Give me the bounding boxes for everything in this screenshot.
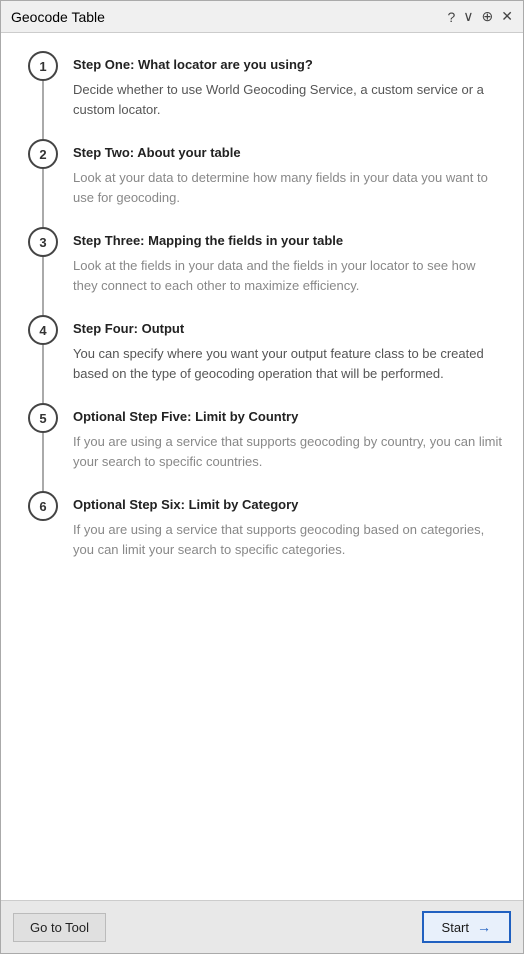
help-icon[interactable]: ? xyxy=(447,9,455,25)
step-line-3 xyxy=(42,257,44,315)
step-left-5: 5 xyxy=(21,403,65,491)
step-line-1 xyxy=(42,81,44,139)
step-left-4: 4 xyxy=(21,315,65,403)
step-title-3: Step Three: Mapping the fields in your t… xyxy=(73,233,503,248)
titlebar-controls: ? ∨ ⊕ ✕ xyxy=(447,8,513,25)
start-button[interactable]: Start → xyxy=(422,911,511,943)
pin-icon[interactable]: ⊕ xyxy=(482,8,494,25)
step-line-2 xyxy=(42,169,44,227)
start-label: Start xyxy=(442,920,469,935)
step-circle-5: 5 xyxy=(28,403,58,433)
step-desc-1: Decide whether to use World Geocoding Se… xyxy=(73,80,503,119)
start-arrow-icon: → xyxy=(477,919,491,935)
steps-list: 1 Step One: What locator are you using? De… xyxy=(21,51,503,567)
close-icon[interactable]: ✕ xyxy=(501,8,513,25)
step-desc-6: If you are using a service that supports… xyxy=(73,520,503,559)
goto-tool-button[interactable]: Go to Tool xyxy=(13,913,106,942)
step-item-1: 1 Step One: What locator are you using? De… xyxy=(21,51,503,139)
step-title-5: Optional Step Five: Limit by Country xyxy=(73,409,503,424)
step-circle-6: 6 xyxy=(28,491,58,521)
step-item-2: 2 Step Two: About your table Look at your … xyxy=(21,139,503,227)
step-line-5 xyxy=(42,433,44,491)
step-desc-2: Look at your data to determine how many … xyxy=(73,168,503,207)
step-desc-4: You can specify where you want your outp… xyxy=(73,344,503,383)
step-left-2: 2 xyxy=(21,139,65,227)
step-title-6: Optional Step Six: Limit by Category xyxy=(73,497,503,512)
footer: Go to Tool Start → xyxy=(1,900,523,953)
step-title-1: Step One: What locator are you using? xyxy=(73,57,503,72)
step-item-6: 6 Optional Step Six: Limit by Category If … xyxy=(21,491,503,567)
step-line-4 xyxy=(42,345,44,403)
step-desc-3: Look at the fields in your data and the … xyxy=(73,256,503,295)
step-title-4: Step Four: Output xyxy=(73,321,503,336)
main-content: 1 Step One: What locator are you using? De… xyxy=(1,33,523,900)
step-circle-2: 2 xyxy=(28,139,58,169)
titlebar: Geocode Table ? ∨ ⊕ ✕ xyxy=(1,1,523,33)
step-item-4: 4 Step Four: Output You can specify where … xyxy=(21,315,503,403)
step-content-4: Step Four: Output You can specify where y… xyxy=(65,315,503,403)
step-content-6: Optional Step Six: Limit by Category If y… xyxy=(65,491,503,567)
step-left-1: 1 xyxy=(21,51,65,139)
step-content-1: Step One: What locator are you using? Dec… xyxy=(65,51,503,139)
geocode-table-window: Geocode Table ? ∨ ⊕ ✕ 1Step One: What lo… xyxy=(0,0,524,954)
step-content-5: Optional Step Five: Limit by Country If y… xyxy=(65,403,503,491)
step-circle-4: 4 xyxy=(28,315,58,345)
step-circle-3: 3 xyxy=(28,227,58,257)
collapse-icon[interactable]: ∨ xyxy=(463,8,473,25)
step-desc-5: If you are using a service that supports… xyxy=(73,432,503,471)
step-title-2: Step Two: About your table xyxy=(73,145,503,160)
window-title: Geocode Table xyxy=(11,9,105,25)
step-left-3: 3 xyxy=(21,227,65,315)
step-left-6: 6 xyxy=(21,491,65,567)
step-content-3: Step Three: Mapping the fields in your t… xyxy=(65,227,503,315)
step-item-5: 5 Optional Step Five: Limit by Country If … xyxy=(21,403,503,491)
step-circle-1: 1 xyxy=(28,51,58,81)
step-content-2: Step Two: About your table Look at your d… xyxy=(65,139,503,227)
step-item-3: 3 Step Three: Mapping the fields in your … xyxy=(21,227,503,315)
